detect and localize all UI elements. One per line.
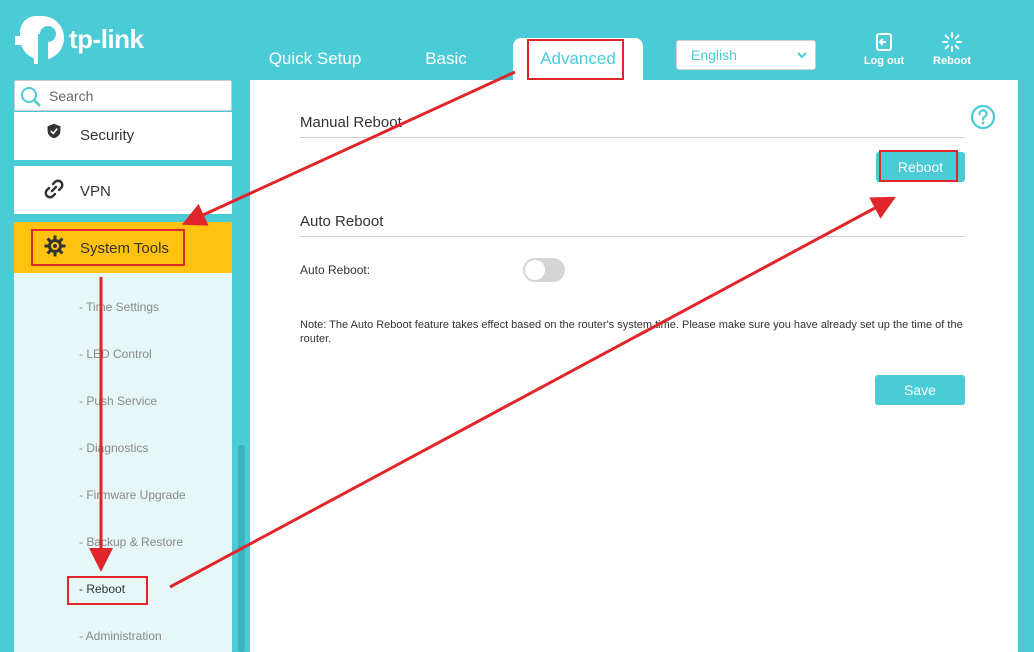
submenu-push-service[interactable]: - Push Service [79,394,157,408]
link-icon [44,179,64,199]
annotation-box-system-tools [31,229,185,266]
divider [300,236,965,237]
manual-reboot-title: Manual Reboot [300,114,402,131]
header-reboot-button[interactable]: Reboot [922,32,982,67]
toggle-knob [525,260,545,280]
header-reboot-label: Reboot [933,55,971,67]
brand-name: tp-link [69,24,144,54]
sidebar-item-security[interactable]: Security [14,112,232,160]
help-icon[interactable] [970,104,996,130]
auto-reboot-toggle[interactable] [523,258,565,282]
submenu-backup-restore[interactable]: - Backup & Restore [79,535,183,549]
sidebar-item-vpn[interactable]: VPN [14,166,232,214]
sidebar-item-label: Security [80,127,135,144]
search-box [14,80,232,111]
auto-reboot-note: Note: The Auto Reboot feature takes effe… [300,319,963,345]
logout-label: Log out [863,55,905,67]
tab-quick-setup[interactable]: Quick Setup [258,38,372,80]
submenu-led-control[interactable]: - LED Control [79,347,152,361]
logout-button[interactable]: Log out [854,32,914,67]
annotation-box-reboot-menu [67,576,148,605]
submenu-administration[interactable]: - Administration [79,629,162,643]
submenu-firmware-upgrade[interactable]: - Firmware Upgrade [79,488,186,502]
submenu-time-settings[interactable]: - Time Settings [79,300,159,314]
annotation-box-advanced [527,39,624,80]
sidebar-scrollbar[interactable] [238,445,245,652]
language-value: English [691,47,737,63]
annotation-box-reboot-button [879,150,958,182]
logout-icon [876,33,892,51]
shield-icon [47,123,61,139]
language-select[interactable]: English [676,40,816,70]
save-button[interactable]: Save [875,375,965,405]
search-icon [21,87,41,107]
auto-reboot-label: Auto Reboot: [300,263,371,277]
chevron-down-icon [797,52,807,59]
submenu-diagnostics[interactable]: - Diagnostics [79,441,148,455]
reboot-spinner-icon [942,32,962,52]
divider [300,137,965,138]
sidebar-item-label: VPN [80,183,111,200]
tab-basic[interactable]: Basic [410,38,482,80]
auto-reboot-title: Auto Reboot [300,213,384,230]
search-input[interactable] [49,85,225,107]
